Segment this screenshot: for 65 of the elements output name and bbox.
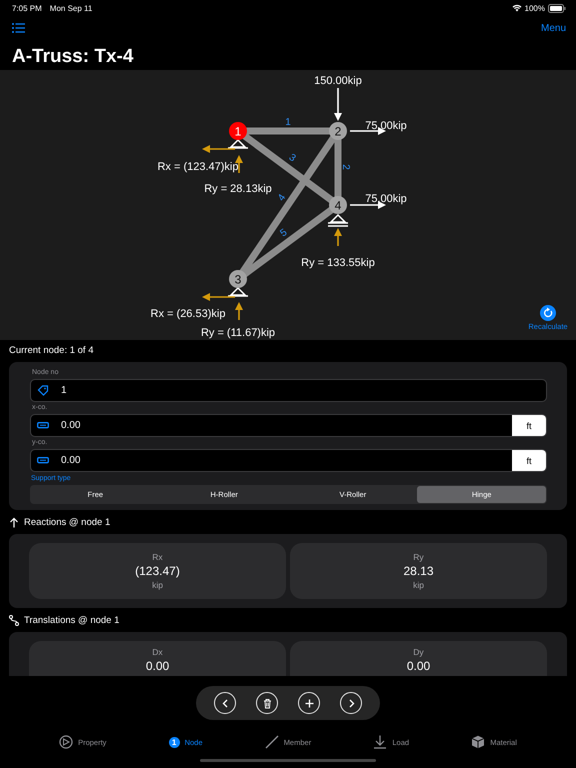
pin-support-icon (228, 138, 248, 149)
input-field[interactable]: 0.00 ft (30, 414, 547, 437)
value-text: 28.13 (403, 564, 434, 578)
wifi-icon (512, 4, 522, 12)
tag-icon (37, 385, 49, 396)
load-label: 75.00kip (365, 120, 407, 132)
member-label: 2 (340, 164, 351, 170)
list-icon[interactable] (12, 23, 25, 33)
truss-node[interactable]: 4 (329, 196, 347, 214)
section-heading: Translations @ node 1 (24, 614, 120, 626)
section-heading: Reactions @ node 1 (24, 516, 110, 528)
member-label: 1 (285, 117, 291, 128)
dial-icon (59, 735, 74, 749)
delete-button[interactable] (256, 692, 278, 714)
reaction-arrow (202, 145, 235, 153)
truss-node[interactable]: 3 (229, 270, 247, 288)
member-label: 4 (276, 192, 288, 204)
input-field[interactable]: 1 (30, 379, 547, 402)
status-date: Mon Sep 11 (50, 4, 92, 12)
pin-support-icon (228, 286, 248, 297)
member-label: 5 (278, 227, 290, 240)
member-label: 3 (286, 152, 298, 164)
value-label: Dx (152, 647, 163, 657)
value-label: Dy (413, 647, 424, 657)
reaction-label: Ry = 133.55kip (301, 257, 375, 269)
value-text: 0.00 (406, 659, 430, 673)
battery-icon (548, 4, 566, 12)
ruler-icon (37, 455, 49, 466)
load-label: 75.00kip (365, 193, 407, 205)
ruler-icon (37, 420, 49, 431)
reaction-arrow (334, 228, 342, 246)
unit-label: kip (152, 580, 163, 590)
value-label: Rx (152, 552, 163, 562)
reaction-label: Rx = (123.47)kip (158, 161, 238, 173)
unit-label: kip (413, 580, 424, 590)
slash-icon (264, 735, 279, 749)
next-button[interactable] (340, 692, 362, 714)
status-time: 7:05 PM (12, 4, 42, 12)
input-field[interactable]: 0.00 ft (30, 449, 547, 472)
trash-icon (262, 698, 272, 708)
path-icon (9, 614, 19, 626)
previous-button[interactable] (214, 692, 236, 714)
load-arrow (334, 88, 342, 121)
add-button[interactable] (298, 692, 320, 714)
value-text: 0.00 (146, 659, 170, 673)
unit-button[interactable]: ft (512, 415, 546, 436)
value-text: (123.47) (135, 564, 180, 578)
truss-node[interactable]: 2 (329, 122, 347, 140)
box-icon (471, 735, 486, 749)
plus-icon (304, 698, 314, 708)
unit-button[interactable]: ft (512, 450, 546, 471)
value-label: Ry (413, 552, 424, 562)
page-title: A-Truss: Tx-4 (11, 45, 134, 69)
roller-support-icon (328, 214, 348, 227)
reaction-label: Rx = (26.53)kip (150, 308, 226, 320)
reaction-label: Ry = (11.67)kip (200, 327, 276, 339)
menu-link[interactable]: Menu (540, 22, 566, 34)
load-label: 150.00kip (314, 75, 362, 87)
truss-node[interactable]: 1 (229, 122, 247, 140)
number-badge: 1 (168, 736, 180, 748)
current-node-label: Current node: 1 of 4 (9, 344, 94, 358)
arrow-up-icon (9, 516, 19, 528)
reaction-label: Ry = 28.13kip (204, 183, 272, 195)
battery-percent: 100% (524, 4, 545, 12)
download-arrow-icon (373, 735, 388, 749)
